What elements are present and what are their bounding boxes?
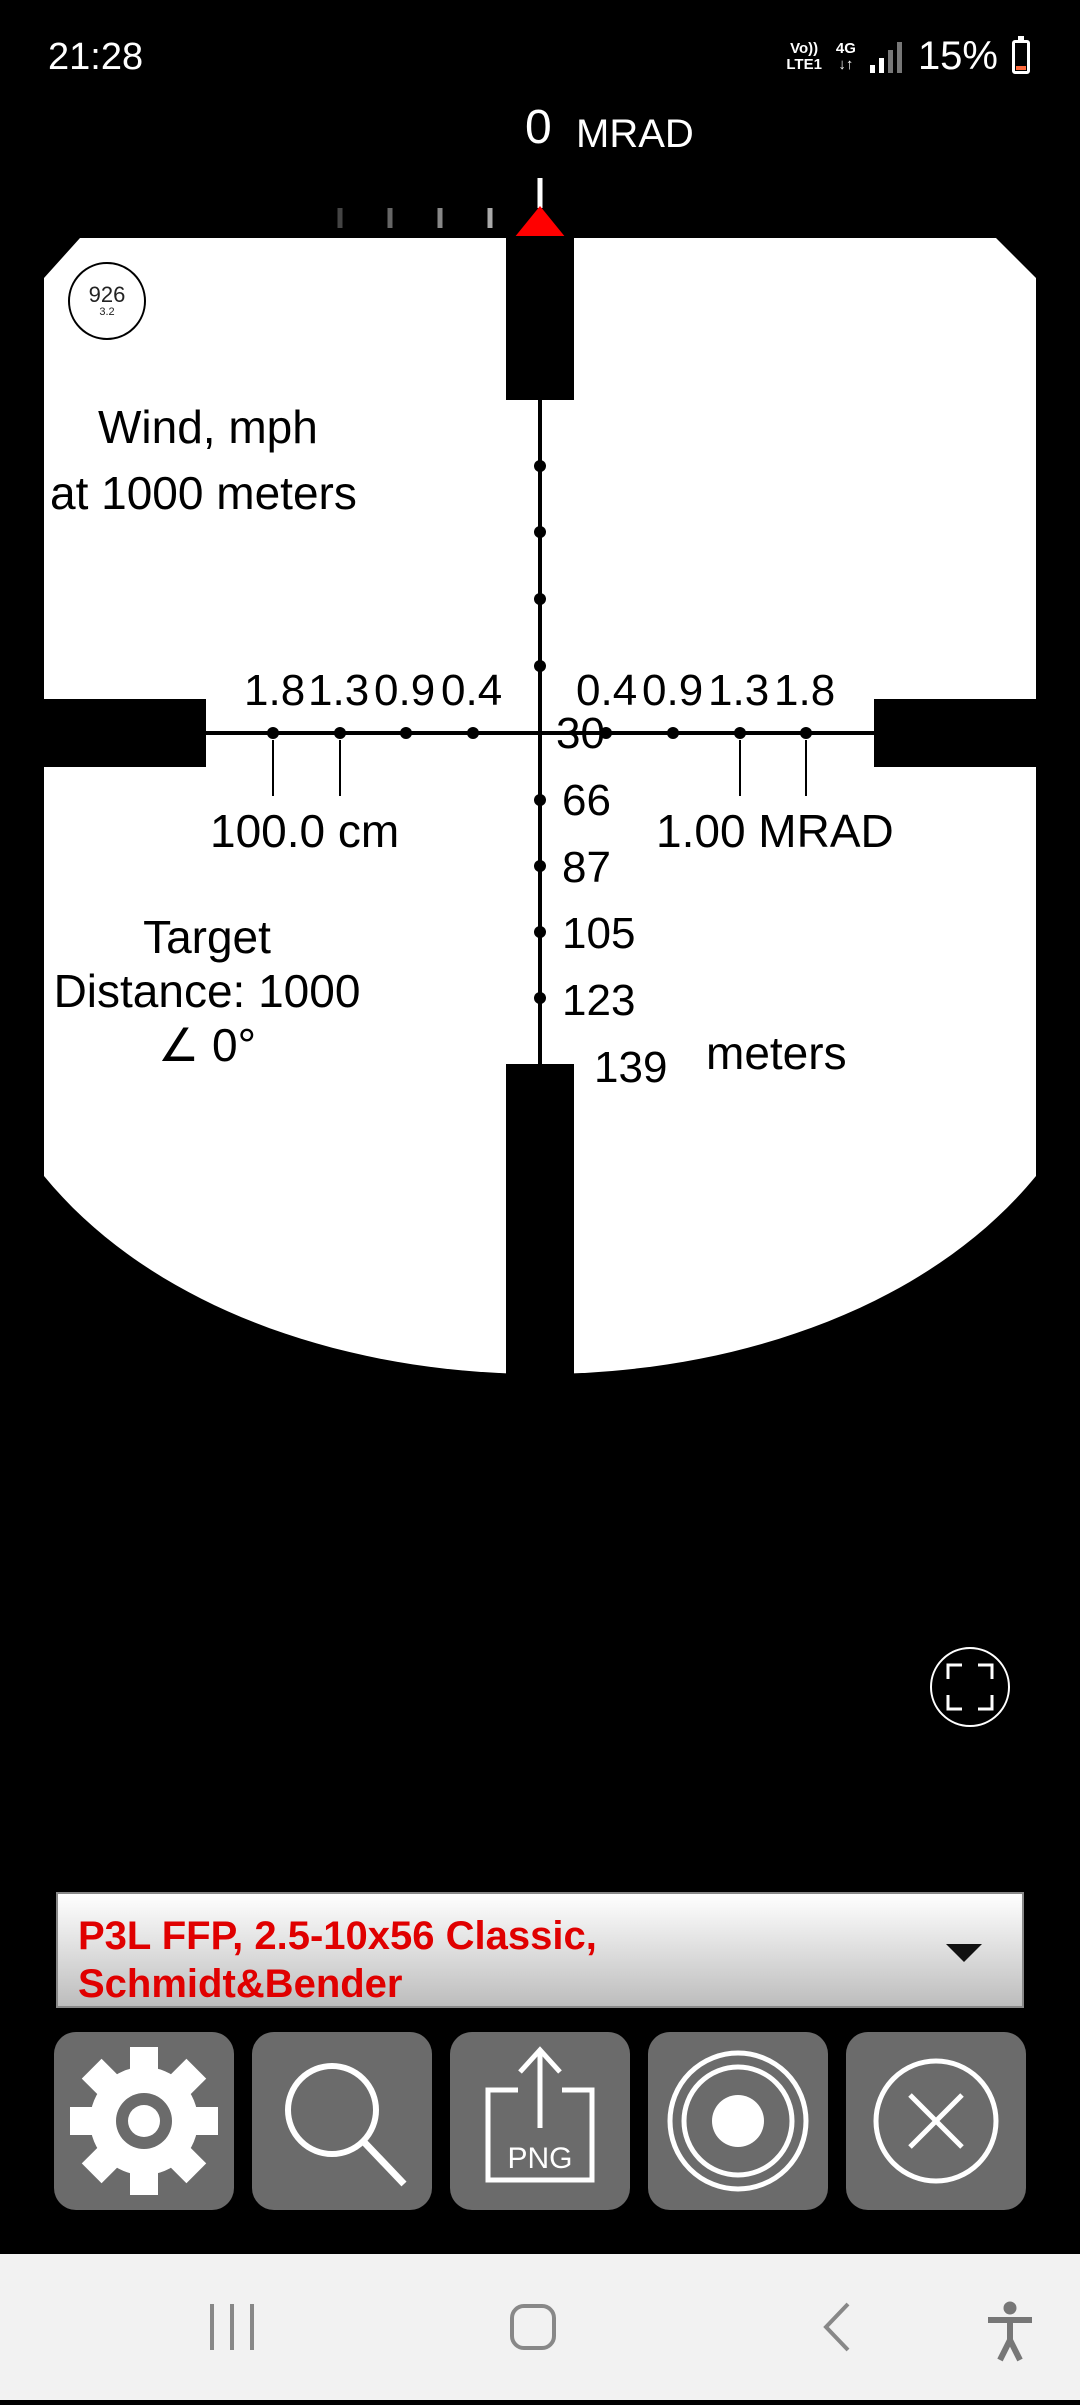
- close-button[interactable]: [846, 2032, 1026, 2210]
- chevron-down-icon: [946, 1944, 982, 1962]
- reticle-view[interactable]: 1.8 1.3 0.9 0.4 0.4 0.9 1.3 1.8 30 66 87…: [0, 0, 1080, 1420]
- wind-value-right: 0.4: [576, 666, 637, 715]
- export-png-button[interactable]: PNG: [450, 2032, 630, 2210]
- wind-value-right: 1.3: [708, 666, 769, 715]
- png-label: PNG: [507, 2142, 572, 2175]
- mrad-label: 1.00 MRAD: [656, 805, 894, 857]
- scope-select[interactable]: P3L FFP, 2.5-10x56 Classic, Schmidt&Bend…: [56, 1892, 1024, 2008]
- recent-apps-button[interactable]: [180, 2280, 280, 2380]
- accessibility-button[interactable]: [960, 2280, 1060, 2380]
- search-button[interactable]: [252, 2032, 432, 2210]
- reticle-dot: [400, 727, 412, 739]
- badge-subvalue: 3.2: [99, 306, 115, 318]
- badge-value: 926: [88, 282, 126, 307]
- range-value: 105: [562, 909, 635, 958]
- range-unit-label: meters: [706, 1027, 847, 1079]
- reticle-dot: [534, 660, 546, 672]
- range-value: 139: [594, 1043, 667, 1092]
- target-angle: ∠ 0°: [158, 1019, 256, 1071]
- home-button[interactable]: [483, 2280, 583, 2380]
- reticle-dot: [534, 860, 546, 872]
- range-value: 87: [562, 843, 611, 892]
- scale-marker-triangle: [514, 206, 566, 238]
- target-button[interactable]: [648, 2032, 828, 2210]
- top-scale-ticks: [337, 178, 543, 228]
- range-value: 123: [562, 976, 635, 1025]
- share-png-icon: PNG: [485, 2046, 595, 2183]
- reticle-dot: [800, 727, 812, 739]
- magnification-badge: 926 3.2: [68, 262, 146, 340]
- wind-value-right: 0.9: [642, 666, 703, 715]
- wind-distance-label: at 1000 meters: [50, 467, 357, 519]
- wind-value-left: 1.8: [244, 666, 305, 715]
- fullscreen-icon: [946, 1663, 994, 1711]
- left-post: [44, 699, 206, 767]
- settings-button[interactable]: [54, 2032, 234, 2210]
- reticle-dot: [334, 727, 346, 739]
- close-icon: [873, 2058, 999, 2184]
- wind-value-left: 0.4: [441, 666, 502, 715]
- range-value: 30: [556, 709, 605, 758]
- reticle-dot: [467, 727, 479, 739]
- reticle-dot: [534, 593, 546, 605]
- wind-title: Wind, mph: [98, 401, 318, 453]
- reticle-dot: [534, 526, 546, 538]
- wind-value-right: 1.8: [774, 666, 835, 715]
- size-label: 100.0 cm: [210, 805, 400, 857]
- reticle-dot: [534, 794, 546, 806]
- top-post: [506, 236, 574, 400]
- scope-select-value: P3L FFP, 2.5-10x56 Classic, Schmidt&Bend…: [78, 1914, 597, 2006]
- fullscreen-button[interactable]: [930, 1647, 1010, 1727]
- reticle-dot: [267, 727, 279, 739]
- right-post: [874, 699, 1036, 767]
- target-distance: Distance: 1000: [53, 965, 361, 1017]
- reticle-dot: [534, 992, 546, 1004]
- wind-value-left: 0.9: [374, 666, 435, 715]
- back-button[interactable]: [790, 2280, 890, 2380]
- gear-icon: [70, 2047, 218, 2195]
- bottom-post: [506, 1064, 574, 1400]
- reticle-dot: [534, 460, 546, 472]
- target-label: Target: [143, 911, 271, 963]
- wind-value-left: 1.3: [308, 666, 369, 715]
- target-icon: [667, 2050, 809, 2192]
- search-icon: [285, 2063, 407, 2187]
- range-value: 66: [562, 776, 611, 825]
- reticle-dot: [534, 926, 546, 938]
- reticle-dot: [667, 727, 679, 739]
- reticle-dot: [734, 727, 746, 739]
